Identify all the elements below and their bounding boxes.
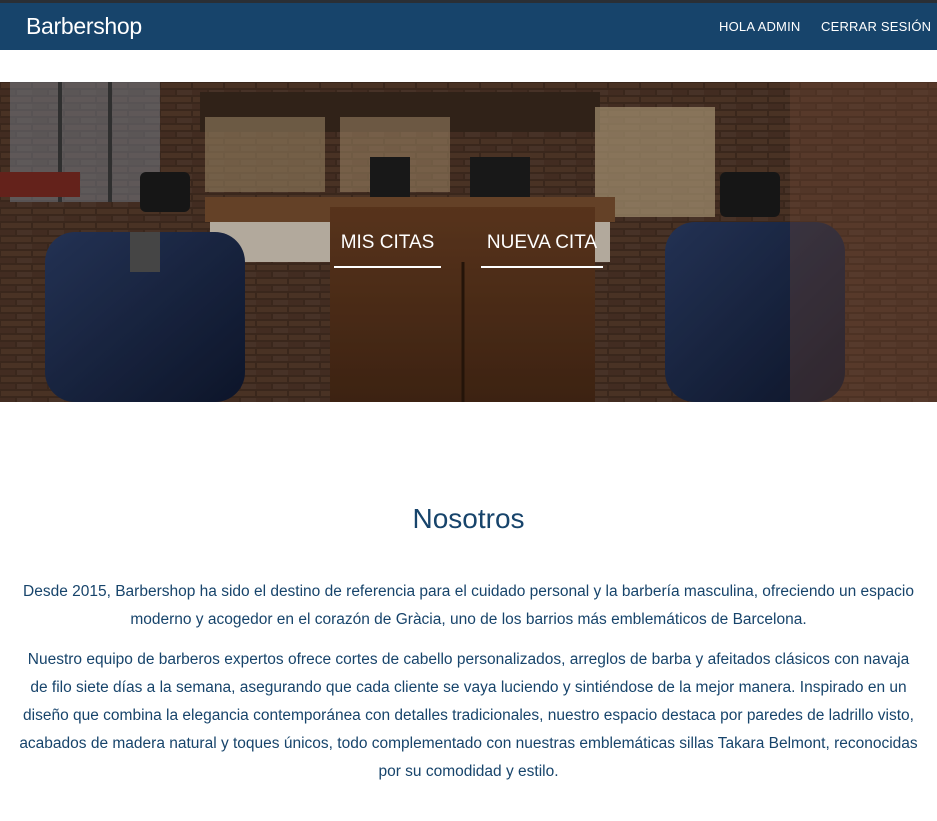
hola-admin-link[interactable]: HOLA ADMIN: [719, 19, 800, 34]
about-paragraph: Desde 2015, Barbershop ha sido el destin…: [23, 583, 914, 628]
hero-banner: MIS CITAS NUEVA CITA: [0, 82, 937, 402]
barbershop-interior-image: [0, 82, 937, 402]
about-paragraph: Nuestro equipo de barberos expertos ofre…: [19, 651, 918, 780]
top-navbar: Barbershop HOLA ADMIN CERRAR SESIÓN: [0, 0, 937, 50]
about-title: Nosotros: [412, 503, 525, 534]
brand-logo-text[interactable]: Barbershop: [26, 13, 142, 40]
nueva-cita-button[interactable]: NUEVA CITA: [481, 230, 603, 268]
logout-link[interactable]: CERRAR SESIÓN: [821, 19, 931, 34]
mis-citas-button[interactable]: MIS CITAS: [334, 230, 441, 268]
